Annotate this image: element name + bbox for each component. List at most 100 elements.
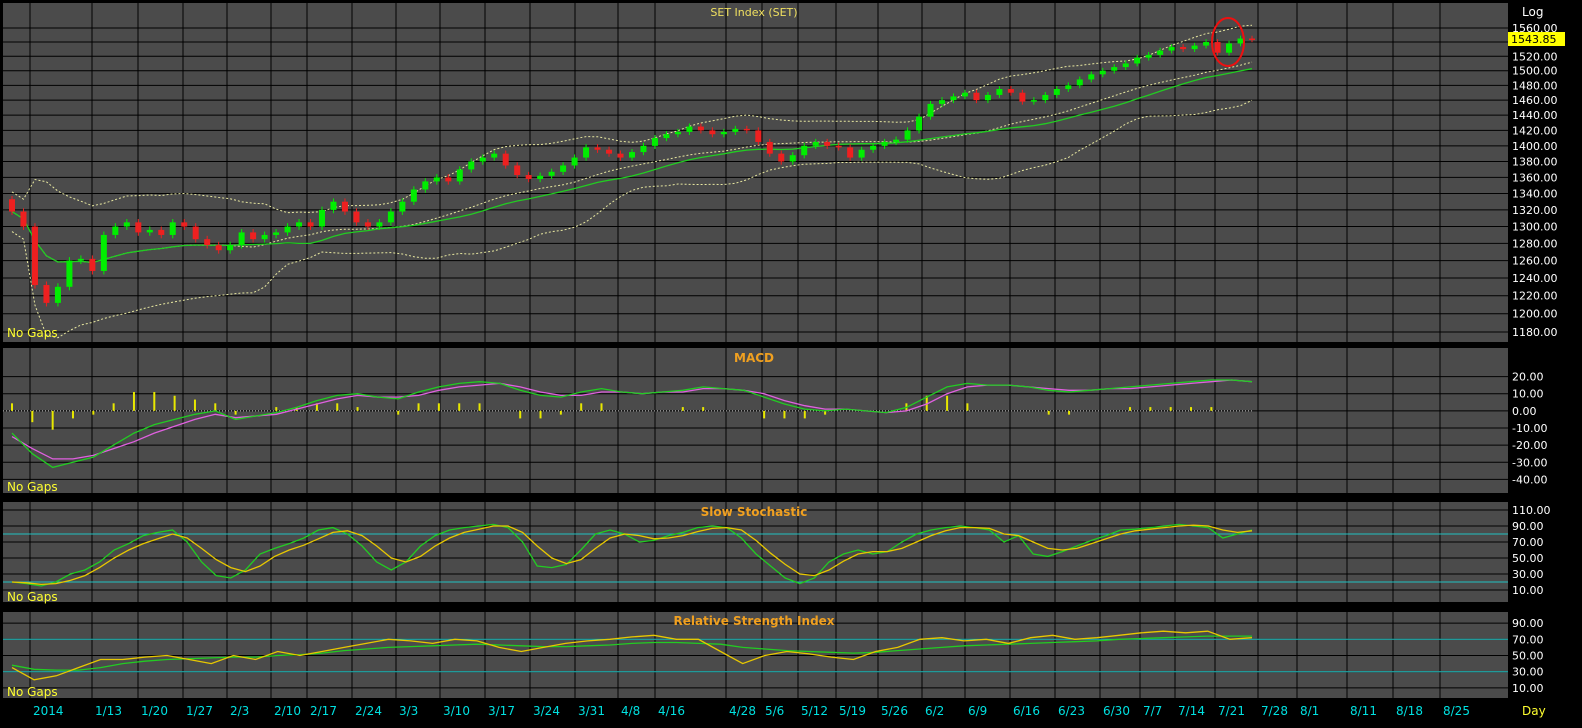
candle-body — [100, 234, 107, 271]
candle-body — [1053, 89, 1060, 95]
candle-body — [1088, 74, 1095, 80]
date-label: 3/24 — [533, 704, 560, 718]
candle-body — [227, 245, 234, 251]
candle-body — [1007, 89, 1014, 93]
price-tick-label: 1440.00 — [1512, 109, 1558, 122]
macd-tick-label: 10.00 — [1512, 388, 1544, 401]
date-label: 5/19 — [839, 704, 866, 718]
candle-body — [491, 153, 498, 158]
candle-body — [1214, 42, 1221, 53]
stoch-tick-label: 70.00 — [1512, 536, 1544, 549]
price-title: SET Index (SET) — [710, 6, 797, 19]
candle-body — [835, 145, 842, 148]
candle-body — [778, 153, 785, 162]
date-label: 3/31 — [578, 704, 605, 718]
candle-body — [548, 171, 555, 176]
date-label: 7/7 — [1143, 704, 1162, 718]
candle-body — [123, 222, 130, 227]
candle-body — [479, 157, 486, 162]
candle-body — [261, 234, 268, 240]
candle-body — [1237, 38, 1244, 44]
scale-label: Log — [1522, 5, 1543, 19]
candle-body — [984, 94, 991, 101]
candle-body — [410, 189, 417, 202]
candle-body — [732, 128, 739, 132]
date-label: 6/9 — [968, 704, 987, 718]
candle-body — [789, 155, 796, 162]
price-tick-label: 1300.00 — [1512, 221, 1558, 234]
candle-body — [215, 245, 222, 251]
candle-body — [1122, 63, 1129, 68]
rsi-no-gaps-label: No Gaps — [7, 685, 58, 699]
candle-body — [54, 286, 61, 303]
candle-body — [571, 157, 578, 166]
rsi-tick-label: 70.00 — [1512, 633, 1544, 646]
date-label: 8/11 — [1350, 704, 1377, 718]
candle-body — [273, 232, 280, 235]
stoch-no-gaps-label: No Gaps — [7, 590, 58, 604]
date-label: 7/28 — [1261, 704, 1288, 718]
candle-body — [651, 138, 658, 146]
date-label: 3/17 — [488, 704, 515, 718]
candle-body — [1168, 47, 1175, 51]
stoch-tick-label: 30.00 — [1512, 568, 1544, 581]
price-tick-label: 1180.00 — [1512, 326, 1558, 339]
price-tick-label: 1260.00 — [1512, 255, 1558, 268]
date-label: 2/17 — [310, 704, 337, 718]
stoch-tick-label: 10.00 — [1512, 584, 1544, 597]
candle-body — [1226, 43, 1233, 53]
candle-body — [387, 211, 394, 223]
date-label: 2/3 — [230, 704, 249, 718]
candle-body — [250, 232, 257, 240]
candle-body — [9, 199, 15, 212]
candle-body — [594, 147, 601, 150]
price-tick-label: 1460.00 — [1512, 94, 1558, 107]
date-label: 1/13 — [95, 704, 122, 718]
candle-body — [514, 165, 521, 176]
price-tick-label: 1520.00 — [1512, 50, 1558, 63]
candle-body — [525, 175, 532, 180]
candle-body — [617, 153, 624, 158]
stoch-tick-label: 50.00 — [1512, 552, 1544, 565]
candle-body — [89, 258, 96, 271]
macd-tick-label: 0.00 — [1512, 405, 1537, 418]
date-label: 6/30 — [1103, 704, 1130, 718]
date-label: 4/16 — [658, 704, 685, 718]
candle-body — [204, 239, 211, 246]
date-label: 7/21 — [1218, 704, 1245, 718]
date-label: 4/28 — [729, 704, 756, 718]
price-tick-label: 1400.00 — [1512, 140, 1558, 153]
macd-tick-label: -20.00 — [1512, 439, 1547, 452]
candle-body — [916, 116, 923, 131]
candle-body — [296, 222, 303, 227]
candle-body — [468, 161, 475, 170]
stoch-tick-label: 110.00 — [1512, 504, 1551, 517]
date-label: 6/23 — [1058, 704, 1085, 718]
candle-body — [1249, 38, 1255, 41]
candle-body — [847, 147, 854, 158]
price-tick-label: 1380.00 — [1512, 156, 1558, 169]
candle-body — [135, 222, 142, 233]
candle-body — [606, 149, 613, 154]
candle-body — [629, 152, 635, 158]
candle-body — [1134, 57, 1141, 64]
date-label: 8/1 — [1300, 704, 1319, 718]
price-tick-label: 1240.00 — [1512, 272, 1558, 285]
date-label: 6/16 — [1013, 704, 1040, 718]
candle-body — [399, 201, 406, 212]
candle-body — [950, 96, 957, 101]
candle-body — [77, 258, 84, 261]
candle-body — [20, 211, 27, 227]
date-label: 5/6 — [765, 704, 784, 718]
y-axis-labels: 1180.00 1200.00 1220.00 1240.00 1260.00 1280.… — [1512, 22, 1558, 695]
candle-body — [537, 175, 544, 180]
candle-body — [881, 141, 888, 146]
candle-body — [1076, 79, 1083, 86]
candle-body — [238, 232, 245, 246]
candle-body — [939, 100, 945, 104]
candle-body — [181, 222, 188, 227]
period-label: Day — [1522, 704, 1546, 718]
macd-tick-label: -30.00 — [1512, 456, 1547, 469]
candle-body — [169, 222, 176, 235]
candle-body — [1065, 85, 1072, 90]
